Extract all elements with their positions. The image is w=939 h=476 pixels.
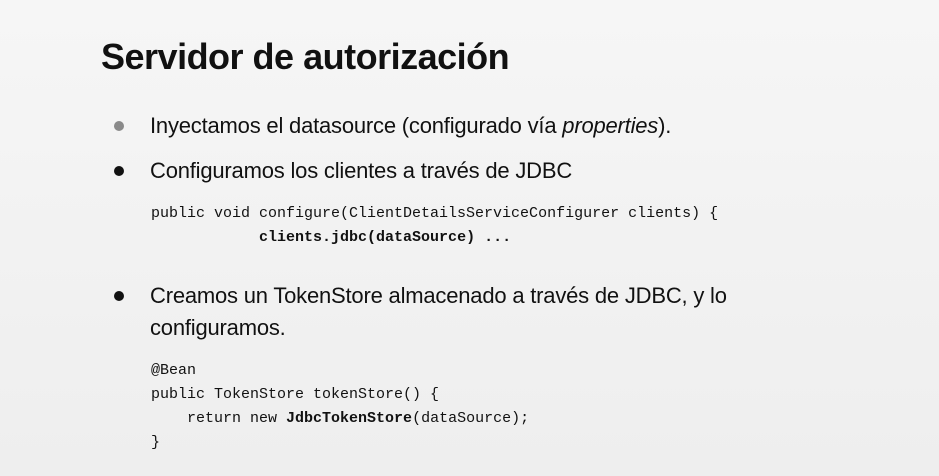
bullet-item-tokenstore: Creamos un TokenStore almacenado a travé… bbox=[114, 280, 850, 344]
bullet-item-datasource: Inyectamos el datasource (configurado ví… bbox=[114, 110, 672, 142]
code-bold: clients.jdbc(dataSource) ... bbox=[259, 229, 512, 246]
code-block-configure: public void configure(ClientDetailsServi… bbox=[151, 202, 718, 250]
bullet-text: Configuramos los clientes a través de JD… bbox=[150, 158, 573, 183]
bullet-item-clients: Configuramos los clientes a través de JD… bbox=[114, 155, 573, 187]
bullet-dot-icon bbox=[114, 121, 124, 131]
bullet-dot-icon bbox=[114, 166, 124, 176]
bullet-dot-icon bbox=[114, 291, 124, 301]
code-line: @Bean bbox=[151, 362, 197, 379]
code-line: } bbox=[151, 434, 161, 451]
bullet-text-italic: properties bbox=[562, 113, 659, 138]
bullet-text: Inyectamos el datasource (configurado ví… bbox=[150, 113, 563, 138]
code-line: public TokenStore tokenStore() { bbox=[151, 386, 440, 403]
bullet-text-end: ). bbox=[658, 113, 672, 138]
code-suffix: (dataSource); bbox=[412, 410, 530, 427]
slide: Servidor de autorización Inyectamos el d… bbox=[0, 0, 939, 476]
code-block-tokenstore: @Bean public TokenStore tokenStore() { r… bbox=[151, 359, 529, 455]
bullet-text-line1: Creamos un TokenStore almacenado a travé… bbox=[150, 283, 727, 308]
bullet-text-line2: configuramos. bbox=[150, 315, 286, 340]
slide-title: Servidor de autorización bbox=[101, 36, 510, 77]
code-prefix: return new bbox=[151, 410, 287, 427]
code-line: public void configure(ClientDetailsServi… bbox=[151, 205, 719, 222]
code-bold: JdbcTokenStore bbox=[286, 410, 413, 427]
